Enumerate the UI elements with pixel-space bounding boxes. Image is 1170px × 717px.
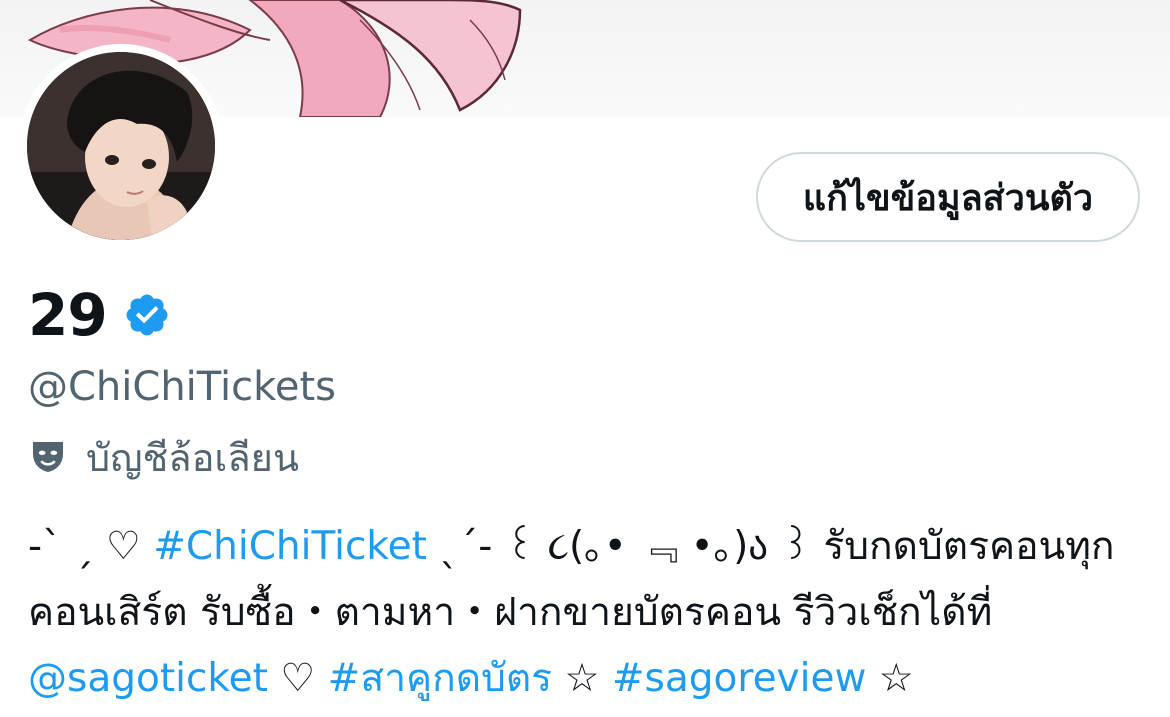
bio-text: ☆ [866, 656, 914, 701]
edit-profile-button[interactable]: แก้ไขข้อมูลส่วนตัว [756, 152, 1140, 242]
parody-account-row: บัญชีล้อเลียน [28, 430, 299, 484]
edit-profile-label: แก้ไขข้อมูลส่วนตัว [802, 177, 1094, 219]
profile-bio: -` ˏ ♡ #ChiChiTicket ˎˊ- ꒰ ૮(｡• ﹃ •｡)ა ꒱… [28, 514, 1148, 712]
avatar-portrait-illustration [27, 52, 215, 240]
parody-account-label: บัญชีล้อเลียน [86, 435, 299, 480]
display-name: 29 [28, 281, 108, 349]
bio-text: ☆ [552, 656, 612, 701]
bio-text: คอนเสิร์ต รับซื้อ・ตามหา・ฝากขายบัตรคอน รี… [28, 590, 993, 635]
user-handle: @ChiChiTickets [28, 364, 336, 410]
mask-icon [33, 442, 63, 472]
bio-text: -` ˏ ♡ [28, 524, 154, 569]
bio-line-1: -` ˏ ♡ #ChiChiTicket ˎˊ- ꒰ ૮(｡• ﹃ •｡)ა ꒱… [28, 514, 1148, 580]
mention-link[interactable]: @sagoticket [28, 656, 268, 701]
hashtag-link[interactable]: #sagoreview [612, 656, 867, 701]
bio-line-3: @sagoticket ♡ #สาคูกดบัตร ☆ #sagoreview … [28, 646, 1148, 712]
avatar[interactable] [27, 52, 215, 240]
profile-page: แก้ไขข้อมูลส่วนตัว 29 @ChiChiTickets บัญ… [0, 0, 1170, 717]
bio-line-2: คอนเสิร์ต รับซื้อ・ตามหา・ฝากขายบัตรคอน รี… [28, 580, 1148, 646]
verified-badge-icon[interactable] [123, 291, 171, 339]
avatar-border [19, 44, 223, 248]
bio-text: ♡ [267, 656, 328, 701]
hashtag-link[interactable]: #ChiChiTicket [153, 524, 427, 569]
bio-text: ˎˊ- ꒰ ૮(｡• ﹃ •｡)ა ꒱ รับกดบัตรคอนทุก [426, 524, 1115, 569]
hashtag-link[interactable]: #สาคูกดบัตร [328, 656, 552, 701]
display-name-row: 29 [28, 280, 171, 350]
